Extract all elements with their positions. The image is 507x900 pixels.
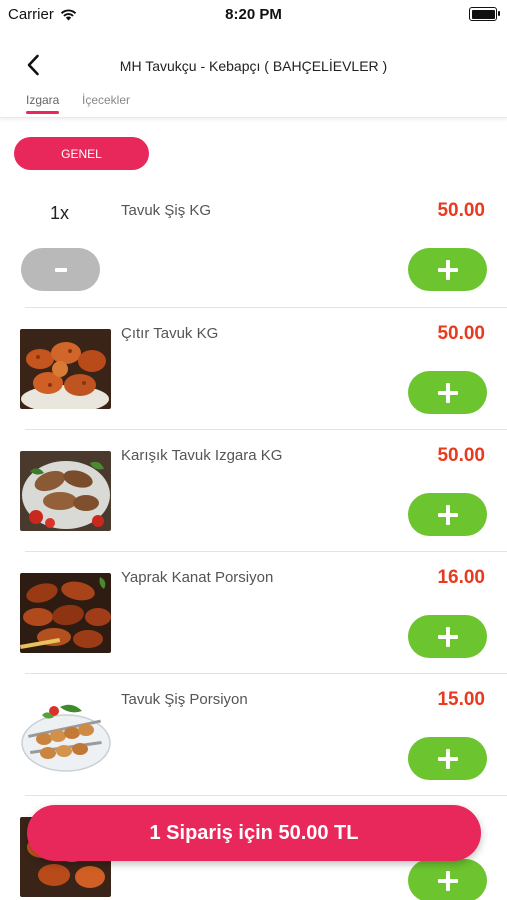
add-item-button[interactable] <box>408 493 487 536</box>
chevron-left-icon <box>27 54 39 76</box>
product-price: 50.00 <box>437 200 485 221</box>
plus-icon <box>437 748 458 769</box>
product-price: 15.00 <box>437 689 485 710</box>
product-name: Çıtır Tavuk KG <box>121 325 219 342</box>
nav-bar: MH Tavukçu - Kebapçı ( BAHÇELİEVLER ) <box>0 40 507 90</box>
plus-icon <box>437 259 458 280</box>
order-summary-button[interactable]: 1 Sipariş için 50.00 TL <box>27 805 481 861</box>
remove-item-button[interactable] <box>21 248 100 291</box>
status-bar: Carrier 8:20 PM <box>0 0 507 30</box>
list-item: Yaprak Kanat Porsiyon 16.00 <box>0 552 507 674</box>
product-name: Tavuk Şiş Porsiyon <box>121 691 248 708</box>
status-time: 8:20 PM <box>225 6 282 23</box>
page-title: MH Tavukçu - Kebapçı ( BAHÇELİEVLER ) <box>119 58 388 74</box>
product-name: Yaprak Kanat Porsiyon <box>121 569 274 586</box>
list-item: 1x Tavuk Şiş KG 50.00 <box>0 185 507 308</box>
product-image <box>20 573 111 653</box>
category-tabs: Izgara İçecekler <box>0 88 507 118</box>
product-image <box>20 695 111 775</box>
product-price: 16.00 <box>437 567 485 588</box>
minus-icon <box>54 267 67 272</box>
plus-icon <box>437 626 458 647</box>
product-name: Tavuk Şiş KG <box>121 202 212 219</box>
plus-icon <box>437 382 458 403</box>
battery-icon <box>469 7 500 21</box>
tab-icecekler[interactable]: İçecekler <box>82 93 130 114</box>
product-name: Karışık Tavuk Izgara KG <box>121 447 283 464</box>
quantity-label: 1x <box>50 203 70 223</box>
add-item-button[interactable] <box>408 615 487 658</box>
tab-izgara[interactable]: Izgara <box>26 93 60 114</box>
list-item: Karışık Tavuk Izgara KG 50.00 <box>0 430 507 552</box>
product-price: 50.00 <box>437 323 485 344</box>
product-image <box>20 329 111 409</box>
product-list: 1x Tavuk Şiş KG 50.00 Çıtır Tavuk KG 50.… <box>0 185 507 900</box>
battery-level <box>471 9 495 19</box>
product-price: 50.00 <box>437 445 485 466</box>
plus-icon <box>437 504 458 525</box>
product-image <box>20 451 111 531</box>
list-item: Çıtır Tavuk KG 50.00 <box>0 308 507 430</box>
category-filter-button[interactable]: GENEL <box>14 137 149 170</box>
add-item-button[interactable] <box>408 737 487 780</box>
plus-icon <box>437 870 458 891</box>
list-item: Tavuk Şiş Porsiyon 15.00 <box>0 674 507 796</box>
back-button[interactable] <box>18 50 48 80</box>
add-item-button[interactable] <box>408 371 487 414</box>
add-item-button[interactable] <box>408 859 487 900</box>
add-item-button[interactable] <box>408 248 487 291</box>
